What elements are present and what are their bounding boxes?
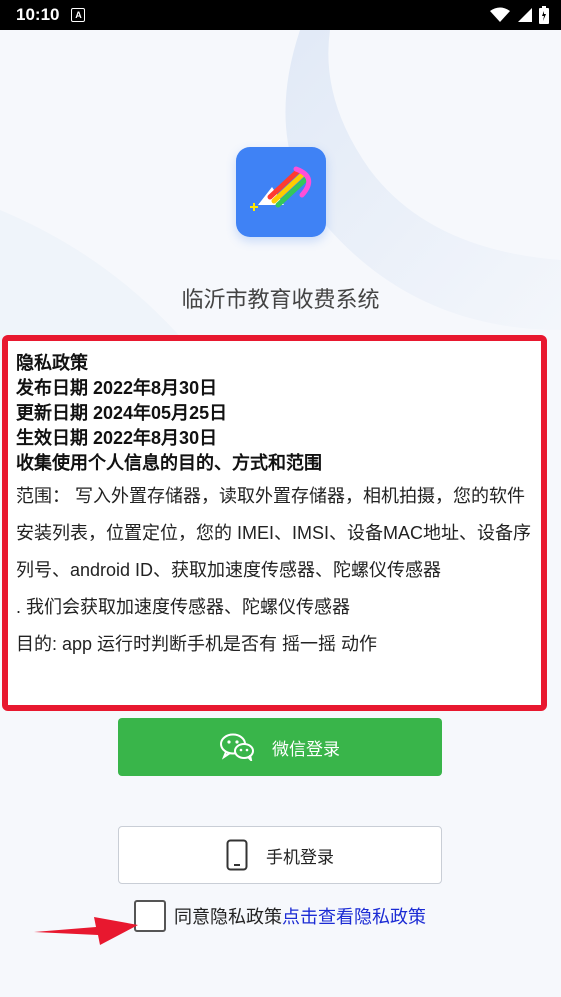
red-arrow-annotation [34, 917, 138, 945]
status-icons [489, 6, 549, 24]
notification-icon: A [71, 8, 86, 22]
phone-login-label: 手机登录 [266, 847, 334, 867]
battery-icon [539, 6, 549, 24]
policy-purpose-heading: 收集使用个人信息的目的、方式和范围 [16, 453, 322, 473]
policy-effective-date: 生效日期 2022年8月30日 [16, 428, 218, 448]
phone-login-button[interactable]: 手机登录 [118, 826, 442, 884]
wechat-login-button[interactable]: 微信登录 [118, 718, 442, 776]
status-time: 10:10 [16, 5, 60, 24]
wifi-icon [490, 7, 510, 22]
policy-title: 隐私政策 [16, 353, 88, 373]
policy-publish-date: 发布日期 2022年8月30日 [16, 378, 218, 398]
app-logo [236, 147, 326, 237]
wechat-login-label: 微信登录 [272, 739, 340, 759]
policy-scope-text: 范围： 写入外置存储器，读取外置存储器，相机拍摄，您的软件安装列表，位置定位，您… [16, 486, 532, 580]
phone-icon [226, 839, 248, 871]
policy-sensor-text: . 我们会获取加速度传感器、陀螺仪传感器 [16, 597, 351, 617]
privacy-policy-link[interactable]: 点击查看隐私政策 [282, 903, 426, 929]
status-bar: 10:10 A [0, 0, 561, 30]
app-title: 临沂市教育收费系统 [181, 287, 380, 312]
policy-goal-text: 目的: app 运行时判断手机是否有 摇一摇 动作 [16, 634, 378, 654]
signal-icon [518, 8, 532, 22]
app-logo-icon [250, 166, 312, 211]
privacy-policy-panel: 隐私政策 发布日期 2022年8月30日 更新日期 2024年05月25日 生效… [2, 335, 547, 711]
privacy-agreement-row: 同意隐私政策 点击查看隐私政策 [134, 900, 426, 932]
privacy-agree-label: 同意隐私政策 [174, 907, 282, 927]
policy-update-date: 更新日期 2024年05月25日 [16, 403, 228, 423]
wechat-icon [220, 733, 254, 761]
